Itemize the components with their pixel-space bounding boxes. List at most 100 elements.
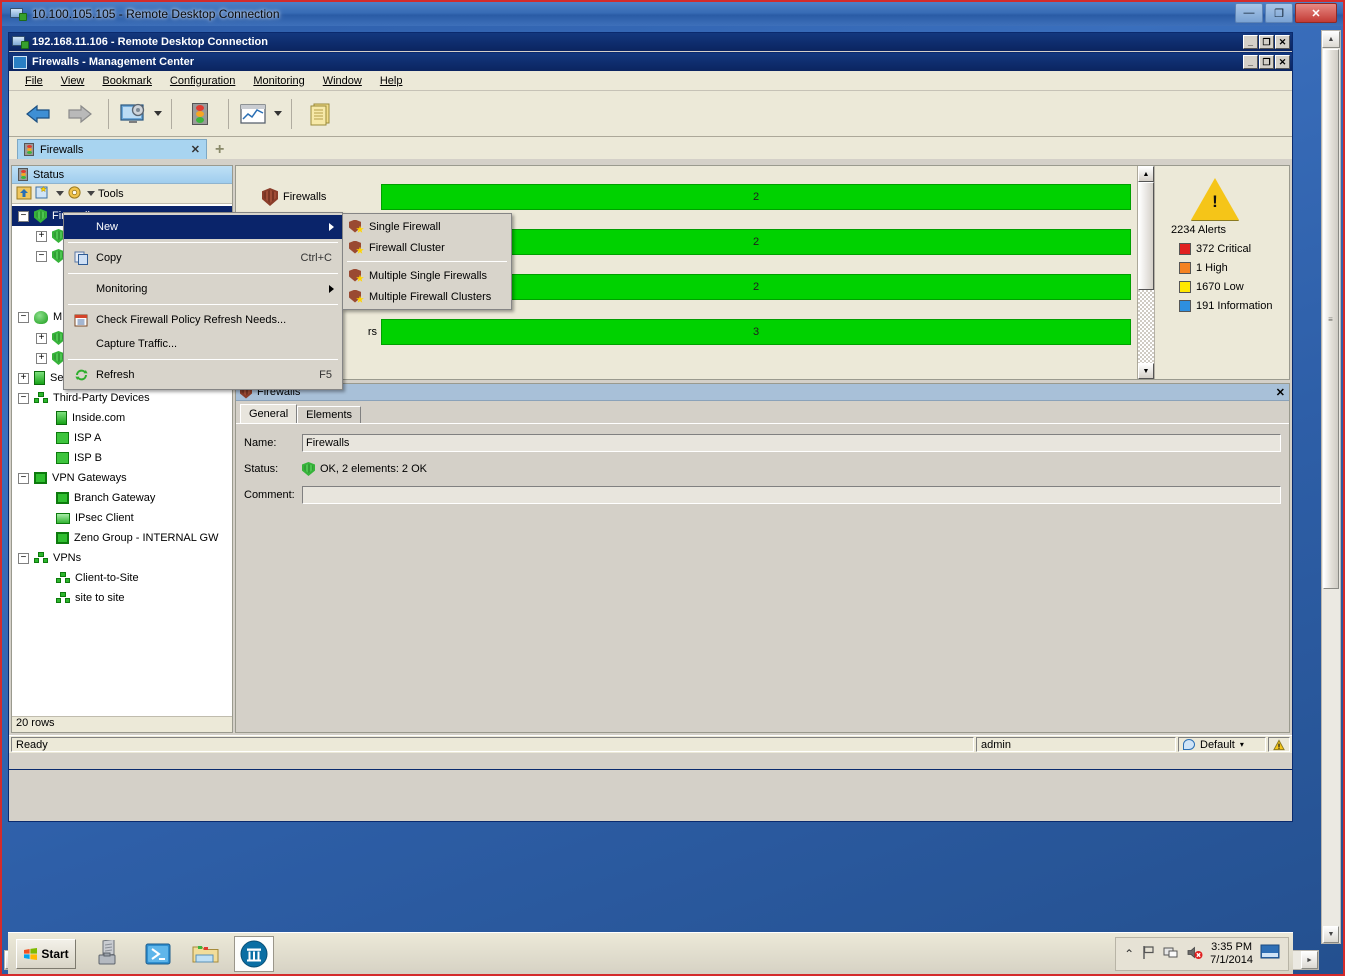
tab-firewalls[interactable]: Firewalls ✕ — [17, 139, 207, 159]
inner-restore-button[interactable]: ❐ — [1259, 35, 1274, 49]
alert-level-critical[interactable]: 372 Critical — [1179, 243, 1251, 255]
menu-configuration[interactable]: Configuration — [162, 73, 243, 89]
tree-item-isp-a[interactable]: ISP A — [12, 428, 232, 448]
monitoring-view-dropdown-caret-icon[interactable] — [154, 111, 162, 116]
submenu-item-single-firewall[interactable]: Single Firewall — [343, 216, 511, 237]
volume-muted-icon[interactable] — [1186, 945, 1203, 963]
tree-item-vpns[interactable]: − VPNs — [12, 548, 232, 568]
management-client-icon[interactable] — [234, 935, 274, 972]
powershell-icon[interactable] — [138, 936, 178, 972]
tree-item-site-to-site[interactable]: site to site — [12, 588, 232, 608]
context-menu-item-capture-traffic[interactable]: Capture Traffic... — [64, 332, 342, 356]
status-scroll-down-button[interactable]: ▼ — [1138, 363, 1154, 379]
tab-close-icon[interactable]: ✕ — [191, 143, 200, 156]
tree-expander-collapse[interactable]: − — [36, 250, 47, 262]
tree-expander-collapse[interactable]: − — [18, 210, 29, 222]
new-tab-button[interactable]: + — [215, 141, 224, 159]
show-desktop-icon[interactable] — [1260, 944, 1280, 963]
chart-dropdown-caret-icon[interactable] — [274, 111, 282, 116]
inner-close-button[interactable]: ✕ — [1275, 35, 1290, 49]
monitoring-view-icon[interactable] — [118, 95, 148, 133]
network-icon[interactable] — [1163, 945, 1179, 963]
context-menu-item-monitoring[interactable]: Monitoring — [64, 277, 342, 301]
new-submenu[interactable]: Single Firewall Firewall Cluster Multipl… — [342, 213, 512, 310]
tree-item-zeno-group[interactable]: Zeno Group - INTERNAL GW — [12, 528, 232, 548]
alert-level-high[interactable]: 1 High — [1179, 262, 1228, 274]
status-bar-row[interactable]: rs 3 — [236, 311, 1137, 353]
tree-expander-expand[interactable]: + — [36, 332, 47, 344]
menu-monitoring[interactable]: Monitoring — [245, 73, 312, 89]
context-menu-item-copy[interactable]: Copy Ctrl+C — [64, 246, 342, 270]
up-folder-icon[interactable] — [16, 185, 32, 203]
outer-vertical-scrollbar[interactable]: ▲ ≡ ▼ — [1321, 30, 1341, 944]
alert-level-low[interactable]: 1670 Low — [1179, 281, 1244, 293]
tree-expander-expand[interactable]: + — [36, 230, 47, 242]
statusbar-warning[interactable] — [1268, 737, 1290, 752]
outer-scroll-right-button[interactable]: ► — [1301, 951, 1318, 969]
statusbar-domain[interactable]: Default ▾ — [1178, 737, 1266, 752]
statusbar-domain-caret-icon[interactable]: ▾ — [1240, 740, 1244, 749]
server-manager-icon[interactable] — [90, 936, 130, 972]
properties-close-icon[interactable]: ✕ — [1276, 386, 1285, 399]
tree-expander-collapse[interactable]: − — [18, 472, 29, 484]
chart-icon[interactable] — [238, 95, 268, 133]
tree-item-ipsec-client[interactable]: IPsec Client — [12, 508, 232, 528]
tab-elements[interactable]: Elements — [297, 406, 361, 423]
menu-bookmark[interactable]: Bookmark — [94, 73, 160, 89]
start-button[interactable]: Start — [16, 938, 76, 969]
tree-expander-expand[interactable]: + — [18, 372, 29, 384]
tree-item-client-to-site[interactable]: Client-to-Site — [12, 568, 232, 588]
tree-expander-expand[interactable]: + — [36, 352, 47, 364]
show-hidden-icons-button[interactable]: ⌃ — [1124, 947, 1134, 961]
traffic-light-icon[interactable] — [181, 95, 219, 133]
documents-icon[interactable] — [301, 95, 339, 133]
outer-scroll-down-button[interactable]: ▼ — [1323, 926, 1339, 943]
tree-expander-collapse[interactable]: − — [18, 311, 29, 323]
tab-general[interactable]: General — [240, 404, 298, 423]
menu-file[interactable]: File — [17, 73, 51, 89]
outer-scroll-up-button[interactable]: ▲ — [1322, 31, 1340, 48]
status-bar-row[interactable]: Firewalls 2 — [236, 176, 1137, 218]
app-restore-button[interactable]: ❐ — [1259, 55, 1274, 69]
outer-minimize-button[interactable]: — — [1235, 3, 1263, 23]
context-menu-item-refresh[interactable]: Refresh F5 — [64, 363, 342, 387]
submenu-item-multiple-firewall-clusters[interactable]: Multiple Firewall Clusters — [343, 286, 511, 307]
outer-close-button[interactable]: ✕ — [1295, 3, 1337, 23]
tree-expander-collapse[interactable]: − — [18, 552, 29, 564]
tools-label[interactable]: Tools — [98, 188, 124, 200]
outer-maximize-button[interactable]: ❐ — [1265, 3, 1293, 23]
tree-item-vpn-gateways[interactable]: − VPN Gateways — [12, 468, 232, 488]
menu-view[interactable]: View — [53, 73, 93, 89]
new-element-caret-icon[interactable] — [56, 191, 64, 196]
tree-item-third-party-devices[interactable]: − Third-Party Devices — [12, 388, 232, 408]
tree-item-inside-com[interactable]: Inside.com — [12, 408, 232, 428]
menu-window[interactable]: Window — [315, 73, 370, 89]
action-center-flag-icon[interactable] — [1141, 945, 1156, 963]
submenu-item-firewall-cluster[interactable]: Firewall Cluster — [343, 237, 511, 258]
status-scroll-thumb[interactable] — [1138, 182, 1154, 290]
context-menu-item-check-policy-refresh[interactable]: Check Firewall Policy Refresh Needs... — [64, 308, 342, 332]
new-element-icon[interactable] — [35, 185, 51, 203]
context-menu[interactable]: New Copy Ctrl+C Monitoring Check Firewal… — [63, 212, 343, 390]
menu-help[interactable]: Help — [372, 73, 411, 89]
context-menu-item-new[interactable]: New — [64, 215, 342, 239]
status-scroll-up-button[interactable]: ▲ — [1138, 166, 1154, 182]
forward-arrow-icon[interactable] — [61, 95, 99, 133]
tree-item-isp-b[interactable]: ISP B — [12, 448, 232, 468]
app-close-button[interactable]: ✕ — [1275, 55, 1290, 69]
name-field[interactable]: Firewalls — [302, 434, 1281, 452]
inner-minimize-button[interactable]: _ — [1243, 35, 1258, 49]
back-arrow-icon[interactable] — [19, 95, 57, 133]
tree-expander-collapse[interactable]: − — [18, 392, 29, 404]
comment-field[interactable] — [302, 486, 1281, 504]
taskbar-clock[interactable]: 3:35 PM 7/1/2014 — [1210, 941, 1253, 967]
outer-vscroll-thumb[interactable]: ≡ — [1323, 49, 1339, 589]
gear-icon[interactable] — [67, 185, 82, 203]
file-explorer-icon[interactable] — [186, 936, 226, 972]
status-view-scrollbar[interactable]: ▲ ▼ — [1137, 166, 1154, 379]
app-minimize-button[interactable]: _ — [1243, 55, 1258, 69]
submenu-item-multiple-single-firewalls[interactable]: Multiple Single Firewalls — [343, 265, 511, 286]
alert-level-information[interactable]: 191 Information — [1179, 300, 1272, 312]
tools-caret-icon[interactable] — [87, 191, 95, 196]
tree-item-branch-gateway[interactable]: Branch Gateway — [12, 488, 232, 508]
